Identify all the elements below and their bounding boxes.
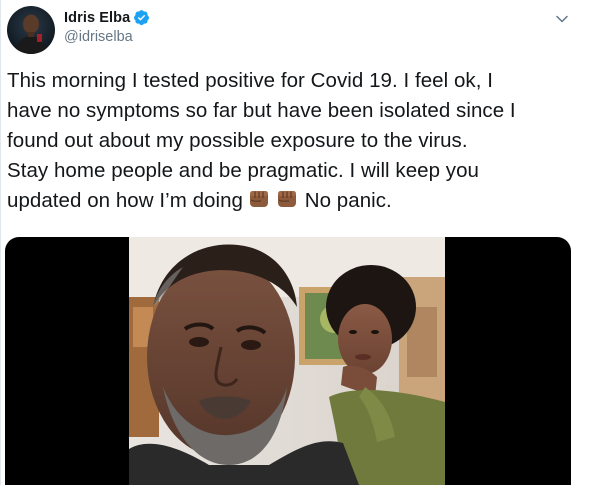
avatar-photo-icon: [7, 6, 55, 54]
tweet-text-closing: No panic.: [304, 189, 392, 212]
more-options-chevron-down-icon[interactable]: [554, 12, 570, 26]
tweet-text-line: This morning I tested positive for Covid…: [7, 69, 493, 92]
video-still-two-people-icon: [129, 237, 445, 485]
author-display-name[interactable]: Idris Elba: [64, 10, 130, 26]
oncoming-fist-emoji-icon: [275, 188, 299, 210]
avatar[interactable]: [7, 6, 55, 54]
tweet-text: This morning I tested positive for Covid…: [7, 66, 577, 216]
tweet-text-line: have no symptoms so far but have been is…: [7, 99, 516, 122]
tweet-text-line: updated on how I’m doing: [7, 189, 243, 212]
tweet-text-last-line: updated on how I’m doing No panic.: [7, 186, 577, 216]
tweet-card[interactable]: Idris Elba @idriselba This morning I tes…: [0, 0, 590, 485]
tweet-header: Idris Elba @idriselba: [7, 4, 150, 56]
tweet-video-media[interactable]: [5, 237, 571, 485]
author-name-row: Idris Elba: [64, 8, 150, 28]
tweet-text-line: Stay home people and be pragmatic. I wil…: [7, 159, 479, 182]
oncoming-fist-emoji-icon: [247, 188, 271, 210]
author-handle[interactable]: @idriselba: [64, 29, 150, 45]
verified-badge-icon: [133, 9, 150, 26]
video-still-image[interactable]: [129, 237, 445, 485]
tweet-text-line: found out about my possible exposure to …: [7, 129, 468, 152]
author-info: Idris Elba @idriselba: [64, 8, 150, 45]
